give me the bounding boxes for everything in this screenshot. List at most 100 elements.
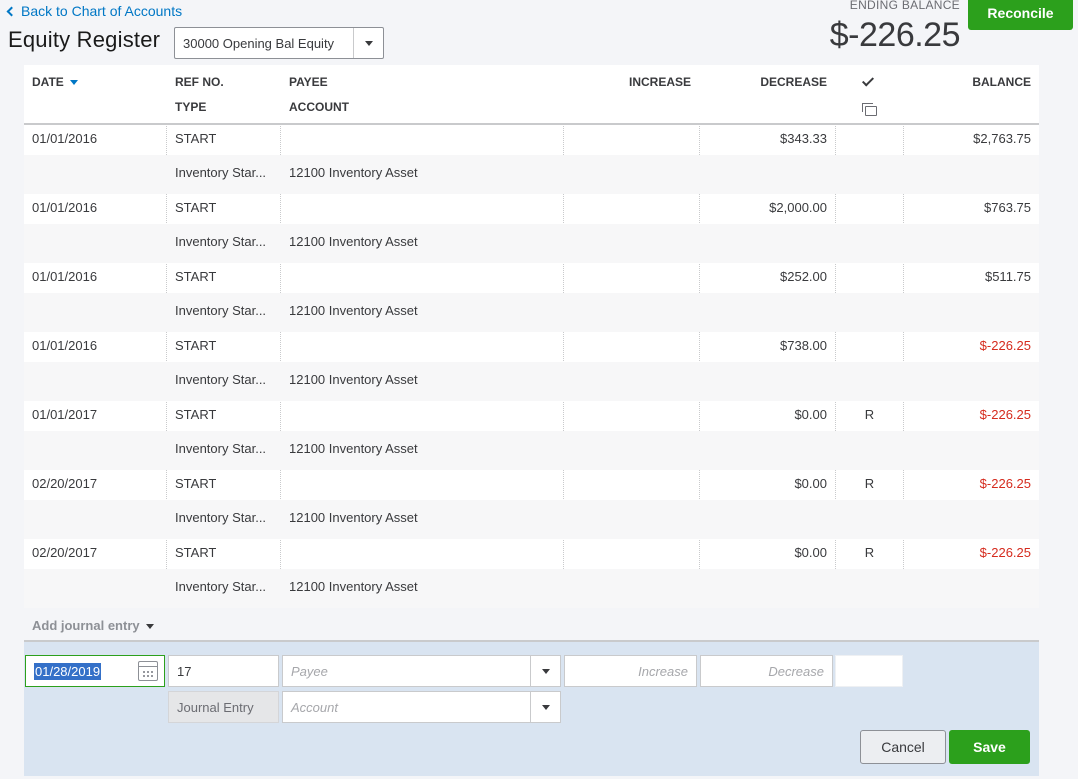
- date-header-label: DATE: [32, 75, 64, 89]
- checkmark-icon: [861, 74, 875, 87]
- table-row[interactable]: 01/01/2016 START Inventory Star... 12100…: [24, 125, 1039, 194]
- add-journal-entry-label: Add journal entry: [32, 618, 140, 633]
- row-account: 12100 Inventory Asset: [289, 234, 418, 249]
- reconcile-button[interactable]: Reconcile: [968, 0, 1073, 30]
- account-column-header[interactable]: ACCOUNT: [289, 100, 349, 114]
- row-type: Inventory Star...: [175, 441, 267, 456]
- row-balance: $-226.25: [979, 407, 1031, 422]
- row-balance: $2,763.75: [973, 131, 1031, 146]
- row-date: 01/01/2016: [32, 269, 98, 284]
- back-to-chart-of-accounts-link[interactable]: Back to Chart of Accounts: [6, 3, 183, 19]
- decrease-input[interactable]: Decrease: [700, 655, 833, 687]
- caret-down-icon: [541, 668, 550, 674]
- account-dropdown[interactable]: [530, 692, 560, 722]
- payee-dropdown[interactable]: [530, 656, 560, 686]
- table-row[interactable]: 01/01/2016 START Inventory Star... 12100…: [24, 263, 1039, 332]
- payee-placeholder: Payee: [291, 663, 328, 679]
- caret-down-icon: [364, 40, 373, 46]
- reconcile-status-header[interactable]: [861, 74, 875, 89]
- row-balance: $511.75: [984, 269, 1031, 284]
- ending-balance-label: ENDING BALANCE: [849, 0, 960, 12]
- account-select[interactable]: 30000 Opening Bal Equity: [174, 27, 384, 59]
- row-date: 02/20/2017: [32, 476, 98, 491]
- row-account: 12100 Inventory Asset: [289, 372, 418, 387]
- account-combobox[interactable]: Account: [282, 691, 561, 723]
- cancel-button[interactable]: Cancel: [860, 730, 946, 764]
- account-placeholder: Account: [291, 699, 338, 715]
- add-journal-entry-dropdown[interactable]: Add journal entry: [24, 608, 1039, 643]
- row-type: Inventory Star...: [175, 303, 267, 318]
- ref-no-column-header[interactable]: REF NO.: [175, 75, 224, 89]
- register-rows: 01/01/2016 START Inventory Star... 12100…: [24, 125, 1039, 608]
- ending-balance-value: $-226.25: [829, 16, 961, 54]
- row-reconciled-status: R: [864, 545, 875, 560]
- reconcile-status-field[interactable]: [835, 655, 903, 687]
- caret-down-icon: [541, 704, 550, 710]
- row-decrease: $0.00: [794, 476, 827, 491]
- page-title: Equity Register: [8, 27, 161, 52]
- row-date: 02/20/2017: [32, 545, 98, 560]
- increase-column-header[interactable]: INCREASE: [564, 75, 691, 89]
- table-row[interactable]: 02/20/2017 START Inventory Star... 12100…: [24, 539, 1039, 608]
- sort-descending-icon: [69, 80, 78, 86]
- payee-combobox[interactable]: Payee: [282, 655, 561, 687]
- payee-column-header[interactable]: PAYEE: [289, 75, 328, 89]
- table-row[interactable]: 01/01/2016 START Inventory Star... 12100…: [24, 194, 1039, 263]
- increase-input[interactable]: Increase: [564, 655, 697, 687]
- row-reconciled-status: R: [864, 407, 875, 422]
- chevron-left-icon: [6, 6, 17, 17]
- row-decrease: $0.00: [794, 407, 827, 422]
- row-ref-no: START: [175, 407, 217, 422]
- row-ref-no: START: [175, 269, 217, 284]
- balance-column-header[interactable]: BALANCE: [904, 75, 1031, 89]
- row-type: Inventory Star...: [175, 579, 267, 594]
- ref-no-input[interactable]: 17: [168, 655, 279, 687]
- table-row[interactable]: 01/01/2016 START Inventory Star... 12100…: [24, 332, 1039, 401]
- row-decrease: $738.00: [780, 338, 827, 353]
- row-type: Inventory Star...: [175, 510, 267, 525]
- account-select-dropdown[interactable]: [353, 28, 383, 58]
- row-decrease: $343.33: [780, 131, 827, 146]
- save-button[interactable]: Save: [949, 730, 1030, 764]
- new-entry-edit-row: 01/28/2019 17 Payee Increase Decrease Jo…: [24, 640, 1039, 776]
- row-type: Inventory Star...: [175, 234, 267, 249]
- table-row[interactable]: 02/20/2017 START Inventory Star... 12100…: [24, 470, 1039, 539]
- row-ref-no: START: [175, 476, 217, 491]
- row-ref-no: START: [175, 545, 217, 560]
- date-input[interactable]: 01/28/2019: [25, 655, 165, 687]
- row-balance: $-226.25: [979, 338, 1031, 353]
- row-balance: $-226.25: [979, 545, 1031, 560]
- type-field: Journal Entry: [168, 691, 279, 723]
- table-row[interactable]: 01/01/2017 START Inventory Star... 12100…: [24, 401, 1039, 470]
- table-header: DATE REF NO. TYPE PAYEE ACCOUNT INCREASE…: [24, 65, 1039, 125]
- copy-icon[interactable]: [862, 103, 878, 117]
- row-account: 12100 Inventory Asset: [289, 510, 418, 525]
- calendar-icon[interactable]: [138, 661, 158, 681]
- row-date: 01/01/2016: [32, 200, 98, 215]
- type-column-header[interactable]: TYPE: [175, 100, 206, 114]
- row-decrease: $252.00: [780, 269, 827, 284]
- back-link-label: Back to Chart of Accounts: [21, 3, 183, 19]
- row-balance: $763.75: [984, 200, 1031, 215]
- row-ref-no: START: [175, 131, 217, 146]
- row-account: 12100 Inventory Asset: [289, 441, 418, 456]
- date-column-header[interactable]: DATE: [32, 75, 78, 89]
- row-account: 12100 Inventory Asset: [289, 165, 418, 180]
- row-balance: $-226.25: [979, 476, 1031, 491]
- row-type: Inventory Star...: [175, 372, 267, 387]
- account-select-value: 30000 Opening Bal Equity: [183, 35, 335, 51]
- row-date: 01/01/2016: [32, 338, 98, 353]
- row-ref-no: START: [175, 200, 217, 215]
- row-ref-no: START: [175, 338, 217, 353]
- row-decrease: $0.00: [794, 545, 827, 560]
- register-table: DATE REF NO. TYPE PAYEE ACCOUNT INCREASE…: [24, 65, 1039, 643]
- decrease-column-header[interactable]: DECREASE: [700, 75, 827, 89]
- row-date: 01/01/2017: [32, 407, 98, 422]
- row-account: 12100 Inventory Asset: [289, 303, 418, 318]
- row-type: Inventory Star...: [175, 165, 267, 180]
- row-account: 12100 Inventory Asset: [289, 579, 418, 594]
- row-reconciled-status: R: [864, 476, 875, 491]
- row-date: 01/01/2016: [32, 131, 98, 146]
- row-decrease: $2,000.00: [769, 200, 827, 215]
- date-input-value: 01/28/2019: [34, 662, 102, 680]
